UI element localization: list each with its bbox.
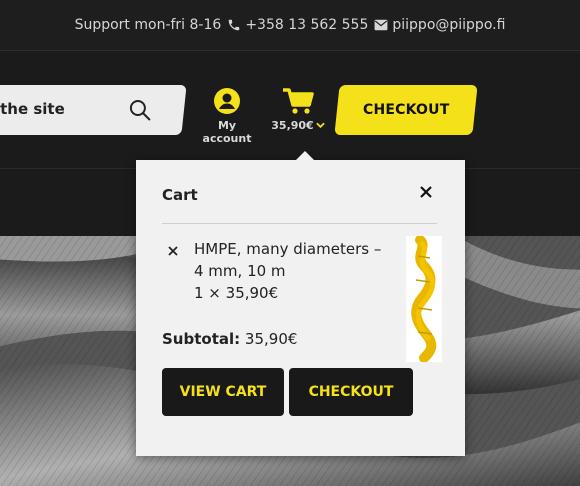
- site-header: the site My account 35,90€ CHECKOUT: [0, 51, 580, 169]
- search-button[interactable]: [128, 98, 154, 124]
- subtotal-value: 35,90€: [244, 330, 298, 348]
- account-icon: [214, 88, 240, 114]
- remove-item-button[interactable]: [168, 244, 178, 260]
- cart-item-thumbnail[interactable]: [406, 235, 442, 363]
- search-input[interactable]: the site: [0, 100, 65, 118]
- phone-icon: [229, 19, 240, 31]
- search-icon: [129, 100, 151, 121]
- view-cart-label: VIEW CART: [179, 384, 267, 400]
- close-button[interactable]: [419, 184, 435, 200]
- phone-number: +358 13 562 555: [245, 17, 369, 33]
- email-address: piippo@piippo.fi: [392, 17, 506, 33]
- search-box[interactable]: the site: [0, 85, 187, 135]
- mail-icon: [374, 19, 388, 31]
- cart-link[interactable]: 35,90€: [270, 87, 326, 132]
- header-checkout-label: CHECKOUT: [362, 102, 450, 118]
- cart-icon: [283, 88, 314, 114]
- mini-cart-title: Cart: [162, 186, 198, 204]
- subtotal: Subtotal: 35,90€: [162, 330, 297, 348]
- topbar: Support mon-fri 8-16 +358 13 562 555 pii…: [0, 0, 580, 51]
- phone-link[interactable]: +358 13 562 555: [227, 17, 368, 33]
- page: Support mon-fri 8-16 +358 13 562 555 pii…: [0, 0, 580, 486]
- email-link[interactable]: piippo@piippo.fi: [374, 17, 505, 33]
- chevron-down-icon: [315, 122, 325, 129]
- view-cart-button[interactable]: VIEW CART: [162, 368, 284, 416]
- header-checkout-button[interactable]: CHECKOUT: [334, 85, 478, 135]
- divider: [162, 223, 437, 224]
- close-icon: [420, 186, 432, 198]
- support-hours: Support mon-fri 8-16: [74, 17, 222, 33]
- popup-checkout-label: CHECKOUT: [308, 384, 394, 400]
- cart-amount: 35,90€: [271, 119, 314, 132]
- yellow-rope-coil-image: [406, 235, 442, 363]
- cart-item-name[interactable]: HMPE, many diameters – 4 mm, 10 m: [194, 238, 394, 282]
- my-account-label: My account: [202, 119, 252, 145]
- cart-item-quantity-price: 1 × 35,90€: [194, 284, 279, 302]
- mini-cart-popover: Cart HMPE, many diameters – 4 mm, 10 m 1…: [136, 151, 465, 456]
- popup-checkout-button[interactable]: CHECKOUT: [289, 368, 413, 416]
- subtotal-label: Subtotal:: [162, 330, 241, 348]
- my-account-link[interactable]: My account: [194, 87, 260, 145]
- remove-icon: [168, 246, 178, 256]
